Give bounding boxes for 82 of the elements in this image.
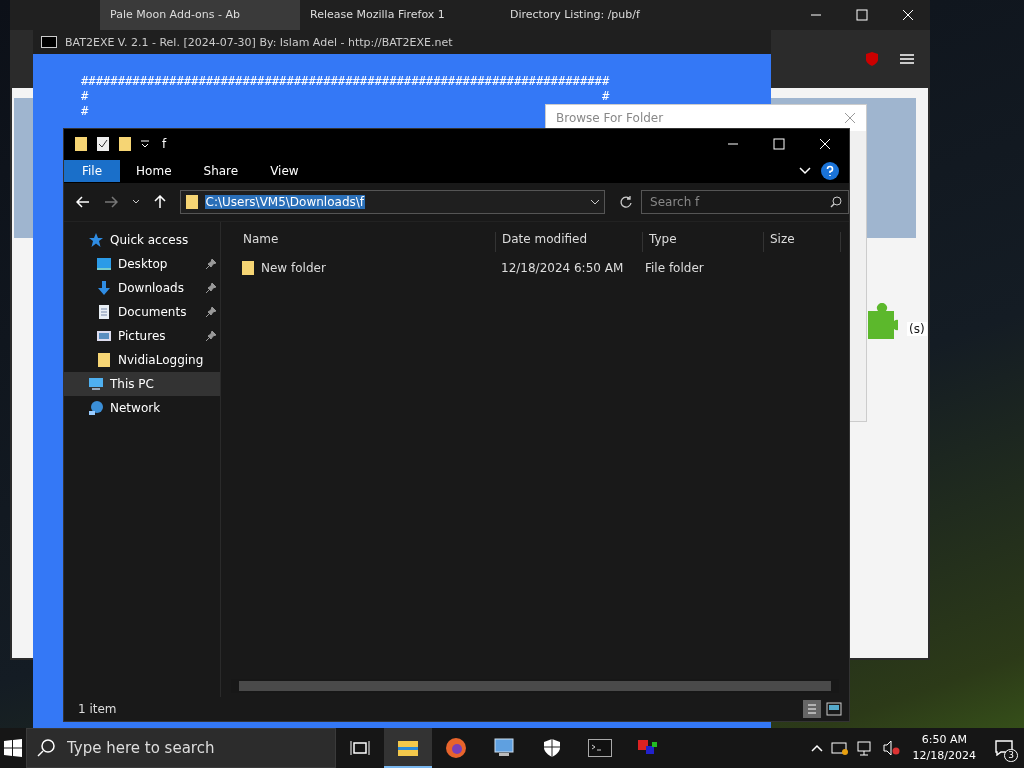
window-title: BAT2EXE V. 2.1 - Rel. [2024-07-30] By: Islam Adel - http://BAT2EXE.net [65, 35, 453, 49]
shield-icon [543, 738, 561, 758]
notification-button[interactable]: 3 [984, 728, 1024, 768]
date-cell-text: 12/18/2024 6:50 AM [501, 261, 625, 275]
nav-item[interactable]: This PC [64, 372, 220, 396]
console-icon [41, 36, 57, 48]
folder-icon [241, 260, 255, 276]
type-cell-text: File folder [645, 261, 705, 275]
clock[interactable]: 6:50 AM 12/18/2024 [904, 732, 984, 764]
maximize-icon[interactable] [773, 138, 785, 150]
browser-tab[interactable]: Pale Moon Add-ons - Ab [100, 0, 300, 30]
speaker-muted-icon[interactable] [882, 740, 901, 756]
maximize-icon[interactable] [856, 9, 868, 21]
file-name: New folder [261, 261, 326, 275]
taskbar-search-field[interactable]: Type here to search [26, 728, 336, 768]
nav-item[interactable]: Downloads [64, 276, 220, 300]
desktop-icon [96, 256, 112, 272]
monitor-icon [88, 376, 104, 392]
dropdown-icon[interactable] [590, 199, 601, 205]
page-text: (s) [907, 322, 927, 336]
battery-warning-icon[interactable] [830, 740, 849, 756]
browser-logo-icon [445, 737, 467, 759]
thumbnail-view-icon[interactable] [825, 700, 843, 718]
nav-item[interactable]: Pictures [64, 324, 220, 348]
download-arrow-icon [96, 280, 112, 296]
network-globe-icon [88, 400, 104, 416]
dialog-title: Browse For Folder [556, 111, 664, 125]
status-text: 1 item [78, 702, 117, 716]
search-input[interactable]: Type here to search [65, 738, 335, 758]
pin-icon[interactable] [206, 259, 216, 269]
pin-icon[interactable] [206, 283, 216, 293]
message-icon [995, 740, 1013, 756]
taskbar-app[interactable] [384, 728, 432, 768]
folder-icon[interactable] [74, 136, 88, 152]
folder-icon [184, 194, 199, 210]
ribbon-tab[interactable]: Home [120, 160, 188, 182]
up-arrow-icon[interactable] [153, 195, 166, 209]
pin-icon[interactable] [206, 307, 216, 317]
forward-arrow-icon[interactable] [103, 196, 118, 208]
refresh-icon[interactable] [619, 195, 634, 209]
nav-item[interactable]: Desktop [64, 252, 220, 276]
nav-item[interactable]: NvidiaLogging [64, 348, 220, 372]
shield-icon[interactable] [864, 51, 880, 67]
chevron-up-icon[interactable] [810, 744, 823, 752]
task-view-icon [350, 739, 370, 757]
search-field[interactable]: Search f [641, 190, 849, 214]
star-icon [88, 232, 104, 248]
console-line: ######################################################################## [81, 74, 610, 89]
menu-icon[interactable] [900, 53, 914, 65]
nav-item[interactable]: Documents [64, 300, 220, 324]
address-bar[interactable]: C:\Users\VM5\Downloads\f [179, 190, 606, 214]
picture-icon [96, 328, 112, 344]
help-icon[interactable] [821, 162, 839, 180]
window-title: f [162, 137, 167, 151]
column-header[interactable]: Size [764, 232, 841, 252]
folder-icon [96, 352, 112, 368]
search-icon [830, 196, 842, 208]
terminal-icon [588, 739, 612, 757]
monitor-icon [493, 738, 515, 758]
notification-count: 3 [1004, 749, 1018, 762]
console-line: # # [81, 89, 610, 104]
folder-icon [397, 739, 419, 757]
pin-icon[interactable] [206, 331, 216, 341]
ribbon-tab[interactable]: Share [187, 160, 255, 182]
nav-item[interactable]: Quick access [64, 228, 220, 252]
search-icon [37, 739, 55, 757]
chevron-icon[interactable] [799, 167, 811, 175]
search-input[interactable]: Search f [648, 194, 830, 210]
checklist-icon[interactable] [96, 136, 110, 152]
dropdown-icon[interactable] [131, 199, 140, 205]
windows-logo-icon[interactable] [4, 739, 22, 757]
file-row[interactable]: New folder 12/18/2024 6:50 AM File folder [221, 256, 849, 280]
column-header[interactable]: Name [241, 232, 496, 252]
folder-icon[interactable] [118, 136, 132, 152]
column-header[interactable]: Type [643, 232, 764, 252]
back-arrow-icon[interactable] [76, 196, 90, 208]
ribbon-tab[interactable]: File [64, 160, 121, 182]
ribbon-tab[interactable]: View [254, 160, 315, 182]
console-line: # [81, 104, 89, 119]
nav-item[interactable]: Network [64, 396, 220, 420]
document-icon [96, 304, 112, 320]
column-header[interactable]: Date modified [496, 232, 643, 252]
